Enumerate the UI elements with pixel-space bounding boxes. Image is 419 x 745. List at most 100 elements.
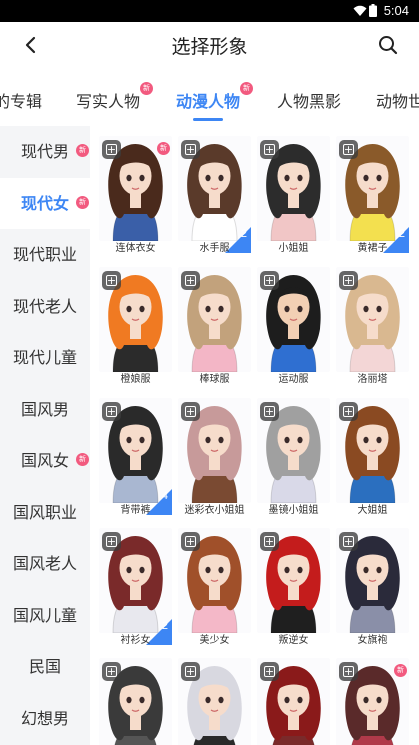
tab-label: 动漫人物 [176,92,241,111]
character-card[interactable]: 2衬衫女 [99,528,172,646]
sidebar-item-label: 民国 [28,657,61,676]
new-badge: 新 [140,82,154,95]
character-card[interactable]: 新 [336,658,409,745]
character-card[interactable]: 叛逆女 [257,528,330,646]
tab-label: 动物世 [376,92,419,111]
character-card[interactable]: 橙娘服 [99,267,172,385]
character-label: 洛丽塔 [357,374,388,385]
add-icon[interactable] [102,402,121,421]
sidebar-item[interactable]: 现代男新 [0,126,90,177]
add-icon[interactable] [339,402,358,421]
add-icon[interactable] [260,402,279,421]
add-icon[interactable] [102,140,121,159]
sidebar-item[interactable]: 现代儿童 [0,332,90,383]
new-badge: 新 [394,664,407,677]
sidebar-item-label: 现代职业 [12,245,77,264]
sidebar-item[interactable]: 现代职业 [0,229,90,280]
add-icon[interactable] [260,271,279,290]
character-label: 大姐姐 [357,505,388,516]
character-label: 水手服 [199,243,230,254]
character-card[interactable]: 女旗袍 [336,528,409,646]
new-badge: 新 [76,195,89,209]
sidebar-item-label: 幻想男 [20,708,69,728]
character-card[interactable]: 墨镜小姐姐 [257,398,330,516]
add-icon[interactable] [339,140,358,159]
tab-silhouette[interactable]: 人物黑影 [277,88,341,112]
status-time: 5:04 [383,3,409,18]
active-tab-indicator [193,118,223,121]
sidebar-item[interactable]: 国风儿童 [0,590,90,641]
character-label: 棒球服 [199,374,230,385]
new-badge: 新 [76,144,89,157]
character-label: 墨镜小姐姐 [268,505,319,516]
sidebar-item[interactable]: 国风女新 [0,435,90,486]
character-label: 女旗袍 [357,635,388,646]
character-label: 迷彩衣小姐姐 [184,505,245,516]
sidebar-item-label: 现代男 [20,142,69,161]
sidebar-item[interactable]: 国风老人 [0,538,90,589]
page-title: 选择形象 [171,36,248,58]
sidebar-item-label: 国风职业 [12,502,77,522]
add-icon[interactable] [339,532,358,551]
add-icon[interactable] [181,271,200,290]
sidebar-item-label: 现代儿童 [12,348,77,367]
tab-label: 的专辑 [0,92,43,111]
tab-anime[interactable]: 动漫人物 新 [176,82,254,112]
sidebar-item[interactable]: 现代女新 [0,177,90,229]
character-label: 连体衣女 [115,243,156,254]
character-card[interactable]: 洛丽塔 [336,267,409,385]
battery-icon [369,4,377,17]
character-card[interactable]: 2水手服 [178,136,251,254]
new-badge: 新 [240,82,254,95]
add-icon[interactable] [102,532,121,551]
add-icon[interactable] [339,271,358,290]
character-grid: 新连体衣女2水手服小姐姐2黄裙子橙娘服棒球服运动服洛丽塔4背带裤迷彩衣小姐姐墨镜… [90,126,419,745]
character-card[interactable]: 新连体衣女 [99,136,172,254]
sidebar-item[interactable]: 国风职业 [0,487,90,538]
add-icon[interactable] [181,662,200,681]
tab-animal[interactable]: 动物世 [376,88,419,112]
tab-album[interactable]: 的专辑 [0,88,42,112]
tab-label: 写实人物 [76,92,141,111]
character-label: 美少女 [199,635,230,646]
character-card[interactable]: 2黄裙子 [336,136,409,254]
character-label: 运动服 [278,374,309,385]
add-icon[interactable] [102,662,121,681]
character-card[interactable]: 迷彩衣小姐姐 [178,398,251,516]
add-icon[interactable] [181,532,200,551]
sidebar-item[interactable]: 幻想男 [0,693,90,744]
add-icon[interactable] [181,140,200,159]
sidebar-item[interactable]: 民国 [0,641,90,692]
character-card[interactable]: 运动服 [257,267,330,385]
add-icon[interactable] [339,662,358,681]
character-label: 小姐姐 [278,243,309,254]
character-label: 黄裙子 [357,243,388,254]
category-tabs: 的专辑 写实人物 新 动漫人物 新 人物黑影 动物世 [0,68,419,126]
search-icon[interactable] [377,34,399,56]
tab-realistic[interactable]: 写实人物 新 [76,82,154,112]
character-card[interactable]: 棒球服 [178,267,251,385]
sidebar-item-label: 国风老人 [12,554,77,573]
sidebar-item-label: 现代老人 [12,296,77,316]
sidebar: 现代男新现代女新现代职业 现代老人 现代儿童 国风男 国风女新国风职业 国风老人 国风儿童民… [0,126,90,745]
sidebar-item[interactable]: 现代老人 [0,281,90,332]
sidebar-item-label: 现代女 [20,193,69,213]
character-card[interactable]: 小姐姐 [257,136,330,254]
character-card[interactable] [178,658,251,745]
character-label: 橙娘服 [120,374,151,385]
character-card[interactable] [257,658,330,745]
character-label: 衬衫女 [120,635,151,646]
sidebar-item-label: 国风男 [20,399,69,419]
character-label: 背带裤 [120,505,151,516]
character-card[interactable]: 4背带裤 [99,398,172,516]
add-icon[interactable] [102,271,121,290]
add-icon[interactable] [181,402,200,421]
sidebar-item[interactable]: 国风男 [0,384,90,435]
add-icon[interactable] [260,532,279,551]
character-card[interactable]: 大姐姐 [336,398,409,516]
add-icon[interactable] [260,662,279,681]
character-card[interactable] [99,658,172,745]
character-label: 叛逆女 [278,635,309,646]
add-icon[interactable] [260,140,279,159]
character-card[interactable]: 美少女 [178,528,251,646]
